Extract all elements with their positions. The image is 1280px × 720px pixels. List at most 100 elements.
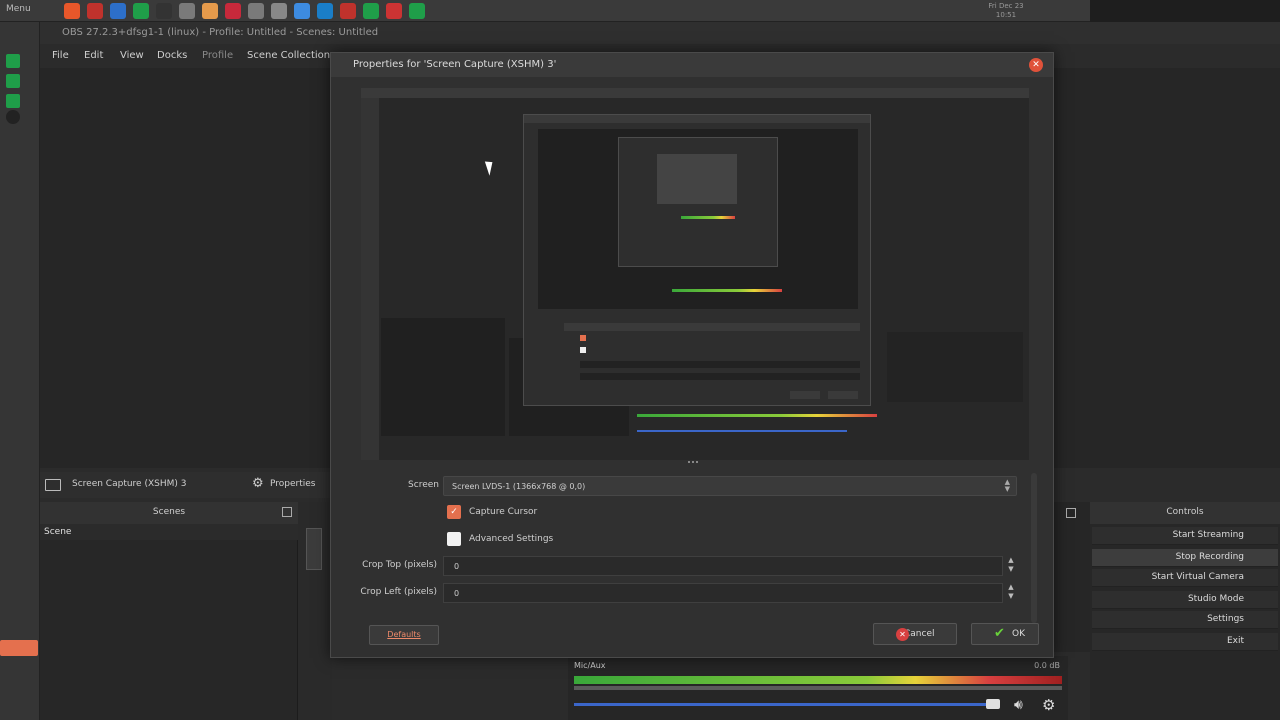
preview-checkbox (580, 347, 586, 353)
gear-icon[interactable]: ⚙ (1042, 696, 1055, 714)
taskbar-app-icon[interactable] (156, 3, 172, 19)
obs-launcher-icon[interactable] (6, 110, 20, 124)
volume-slider-track[interactable] (574, 703, 994, 706)
tray-clock: Fri Dec 23 10:51 (988, 2, 1024, 19)
taskbar-app-icon[interactable] (294, 3, 310, 19)
menu-docks[interactable]: Docks (157, 50, 187, 61)
capture-cursor-checkbox[interactable]: ✓ (447, 505, 461, 519)
scenes-dock-header: Scenes (40, 502, 298, 524)
dialog-titlebar: Properties for 'Screen Capture (XSHM) 3'… (331, 53, 1053, 77)
scenes-dock: Scenes Scene (40, 502, 298, 720)
volume-meter-secondary (574, 686, 1062, 690)
preview-scenes-dock (381, 318, 505, 436)
taskbar-app-icon[interactable] (110, 3, 126, 19)
chevron-up-down-icon: ▲ ▼ (1004, 478, 1010, 493)
preview-launcher (361, 98, 379, 460)
taskbar-app-icon[interactable] (248, 3, 264, 19)
gear-icon: ⚙ (252, 476, 264, 491)
advanced-settings-checkbox[interactable] (447, 532, 461, 546)
mixer-db-readout: 0.0 dB (1034, 661, 1060, 670)
launcher-app-icon[interactable] (6, 94, 20, 108)
screen-select-value: Screen LVDS-1 (1366x768 @ 0,0) (452, 482, 586, 491)
advanced-settings-label: Advanced Settings (469, 534, 554, 544)
crop-top-spin-arrows[interactable]: ▲ ▼ (1005, 556, 1017, 576)
properties-button[interactable]: ⚙ Properties (248, 476, 321, 494)
dock-float-icon[interactable] (1066, 508, 1076, 518)
start-virtual-camera-button[interactable]: Start Virtual Camera (1092, 569, 1278, 587)
desktop-taskbar: Menu Fri Dec 23 10:51 (0, 0, 1280, 22)
splitter-handle[interactable] (688, 461, 698, 467)
crop-left-spin-arrows[interactable]: ▲ ▼ (1005, 583, 1017, 603)
scene-list-item[interactable]: Scene (40, 524, 298, 540)
taskbar-app-icon[interactable] (386, 3, 402, 19)
preview-meter-front (637, 414, 877, 417)
crop-left-input[interactable]: 0 (443, 583, 1003, 603)
source-toolbar: Screen Capture (XSHM) 3 ⚙ Properties (40, 472, 340, 498)
menu-file[interactable]: File (52, 50, 69, 61)
menu-edit[interactable]: Edit (84, 50, 103, 61)
controls-dock-header: Controls (1090, 502, 1280, 524)
close-icon[interactable]: ✕ (1029, 58, 1043, 72)
taskbar-app-icon[interactable] (225, 3, 241, 19)
taskbar-app-icon[interactable] (363, 3, 379, 19)
taskbar-app-icon[interactable] (340, 3, 356, 19)
capture-cursor-label: Capture Cursor (469, 507, 538, 517)
menu-scene-collection[interactable]: Scene Collection (247, 50, 330, 61)
menu-view[interactable]: View (120, 50, 144, 61)
defaults-button[interactable]: Defaults (369, 625, 439, 645)
preview-combo (564, 323, 860, 331)
screen-select[interactable]: Screen LVDS-1 (1366x768 @ 0,0) ▲ ▼ (443, 476, 1017, 496)
preview-level-2 (523, 114, 871, 406)
taskbar-app-icon[interactable] (87, 3, 103, 19)
crop-left-label: Crop Left (pixels) (360, 587, 437, 597)
audio-mixer: Mic/Aux 0.0 dB 🔊︎ ⚙ (568, 656, 1068, 720)
taskbar-app-icon[interactable] (64, 3, 80, 19)
cancel-icon: ✕ (896, 628, 909, 641)
screen-label: Screen (408, 480, 439, 490)
launcher-active-app-icon[interactable] (0, 640, 38, 656)
volume-meter (574, 676, 1062, 684)
preview-taskbar (361, 88, 1029, 98)
settings-button[interactable]: Settings (1092, 611, 1278, 629)
cancel-button[interactable]: ✕ Cancel (873, 623, 957, 645)
crop-top-input[interactable]: 0 (443, 556, 1003, 576)
launcher-app-icon[interactable] (6, 54, 20, 68)
preview-meter (681, 216, 735, 219)
crop-top-label: Crop Top (pixels) (362, 560, 437, 570)
taskbar-app-icon[interactable] (179, 3, 195, 19)
preview-controls-dock (887, 332, 1023, 402)
capture-preview (361, 88, 1029, 460)
taskbar-app-icon[interactable] (133, 3, 149, 19)
volume-slider-handle[interactable] (986, 699, 1000, 709)
taskbar-app-icon[interactable] (271, 3, 287, 19)
ok-button[interactable]: ✔ OK (971, 623, 1039, 645)
start-menu-button[interactable]: Menu (6, 4, 31, 14)
launcher-app-icon[interactable] (6, 74, 20, 88)
menu-profile[interactable]: Profile (202, 50, 233, 61)
properties-dialog: Properties for 'Screen Capture (XSHM) 3'… (330, 52, 1054, 658)
stop-recording-button[interactable]: Stop Recording (1092, 549, 1278, 567)
source-type-icon (306, 528, 322, 570)
dialog-scrollbar[interactable] (1031, 473, 1037, 623)
preview-input (580, 373, 860, 380)
mixer-channel-label: Mic/Aux (574, 661, 606, 670)
preview-level-3 (618, 137, 778, 267)
controls-dock: Controls Start Streaming Stop Recording … (1090, 502, 1280, 720)
taskbar-app-icon[interactable] (409, 3, 425, 19)
preview-checkbox (580, 335, 586, 341)
properties-button-label: Properties (270, 479, 316, 489)
scenes-dock-title: Scenes (152, 507, 186, 517)
dock-float-icon[interactable] (282, 507, 292, 517)
start-streaming-button[interactable]: Start Streaming (1092, 527, 1278, 545)
speaker-icon[interactable]: 🔊︎ (1014, 697, 1023, 713)
exit-button[interactable]: Exit (1092, 633, 1278, 651)
taskbar-app-icon[interactable] (202, 3, 218, 19)
preview-meter (672, 289, 782, 292)
studio-mode-button[interactable]: Studio Mode (1092, 591, 1278, 609)
preview-input (580, 361, 860, 368)
preview-volume (637, 430, 847, 432)
preview-cancel (790, 391, 820, 399)
taskbar-app-icon[interactable] (317, 3, 333, 19)
preview-ok (828, 391, 858, 399)
system-tray (1090, 0, 1280, 22)
